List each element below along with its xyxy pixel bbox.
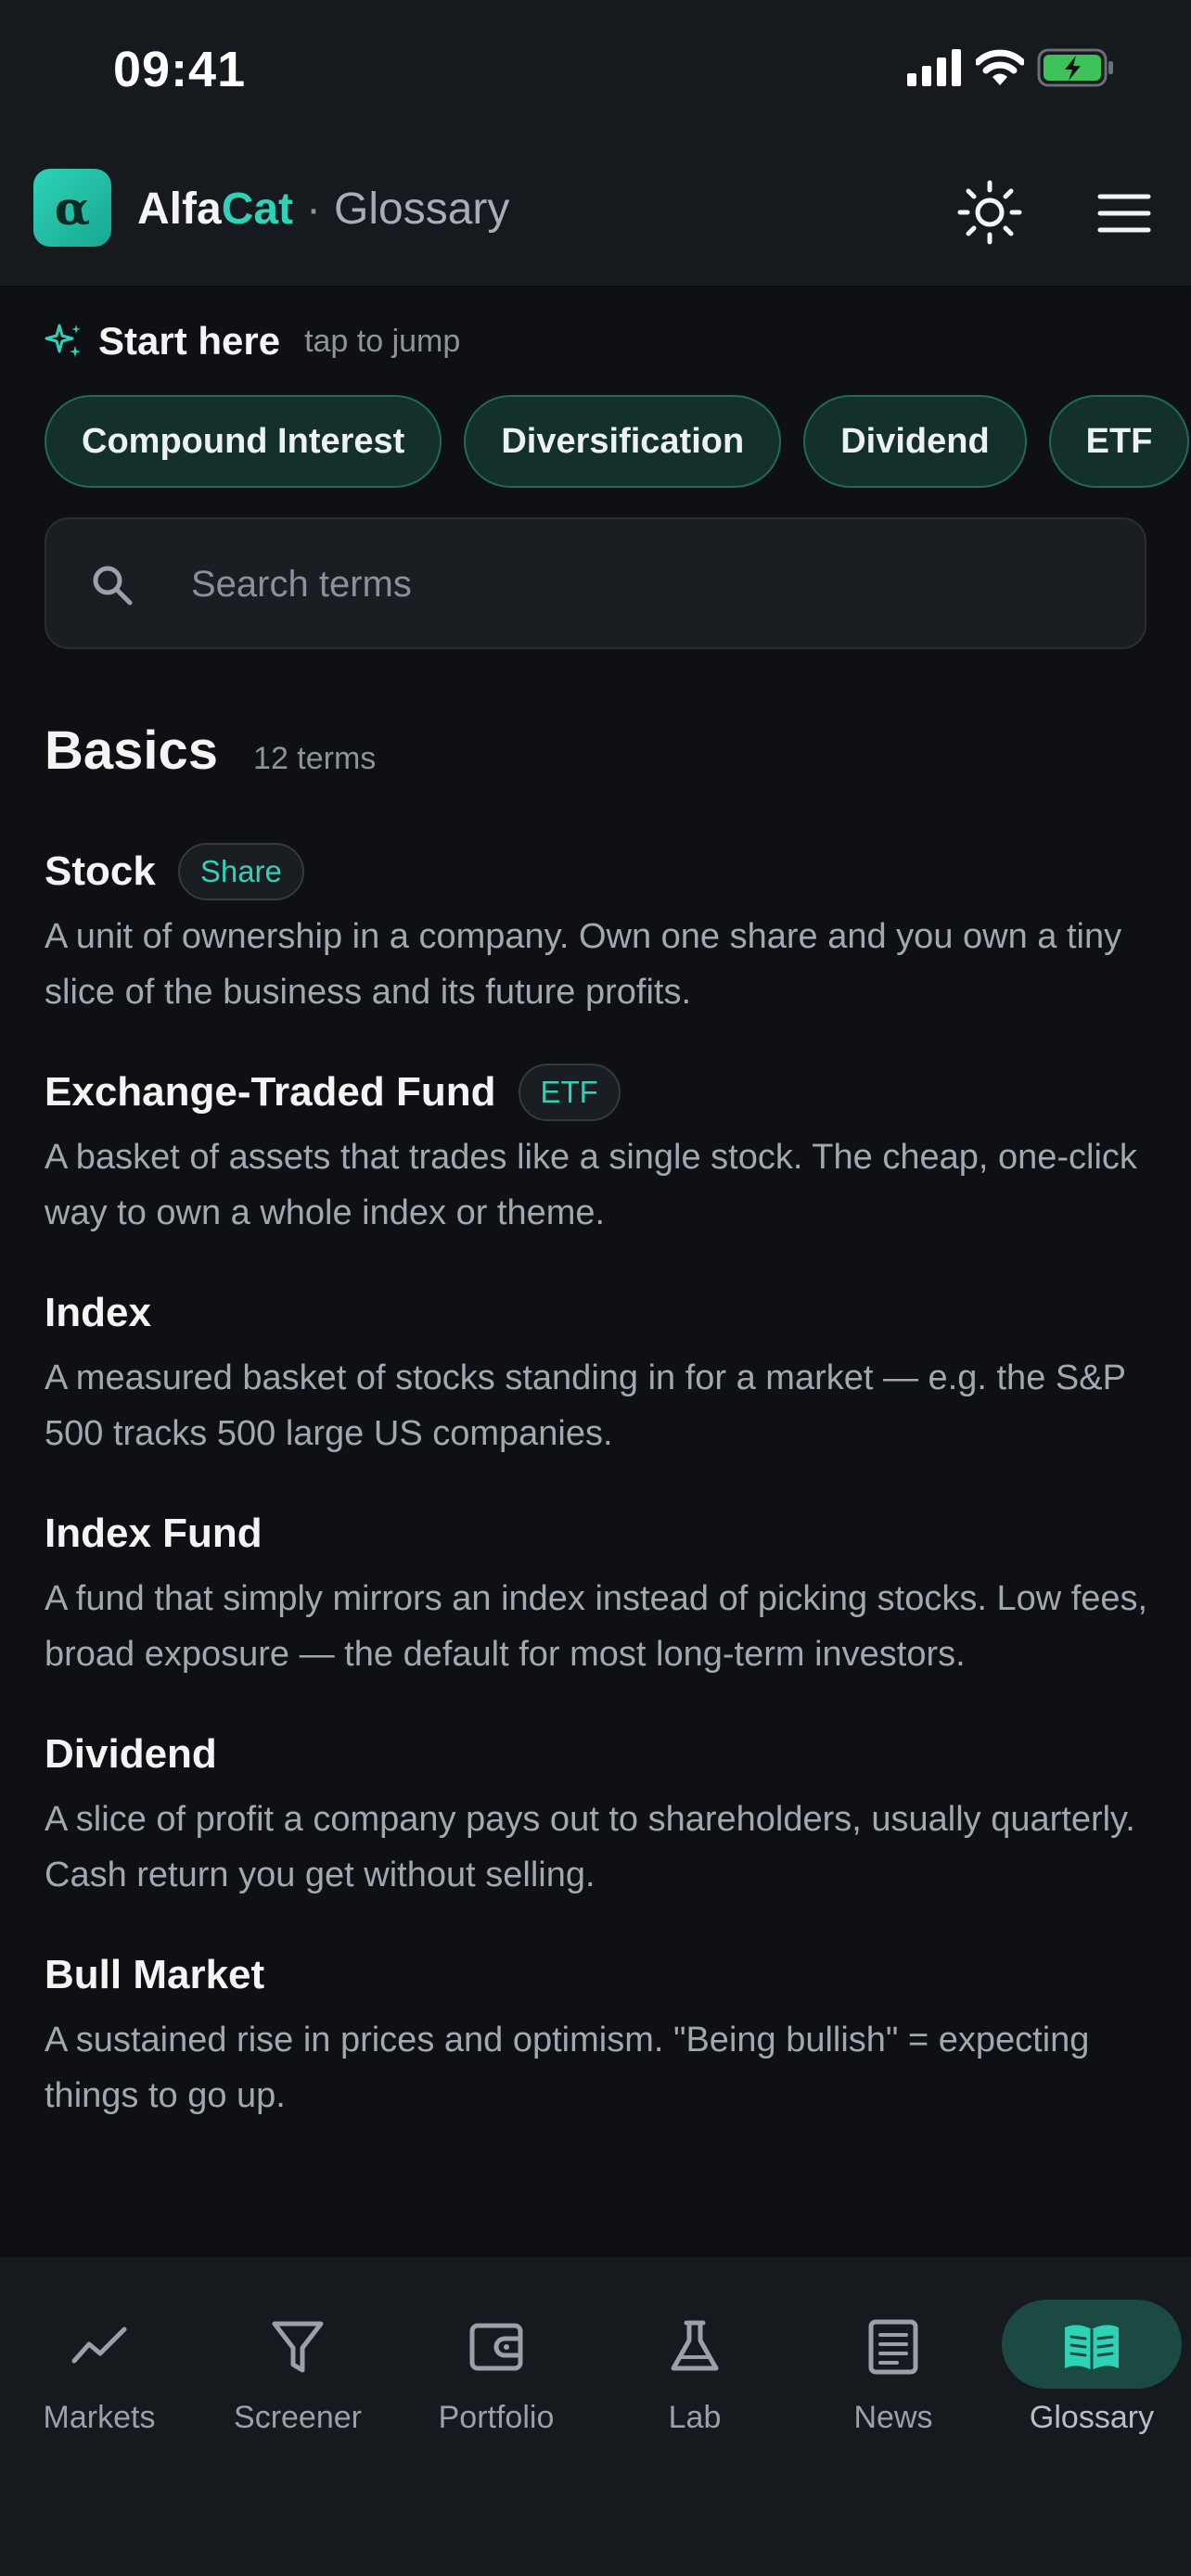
- nav-news[interactable]: News: [794, 2296, 992, 2435]
- cellular-signal-icon: [907, 49, 961, 86]
- trend-line-icon: [71, 2327, 127, 2364]
- section-header: Basics 12 terms: [45, 720, 376, 782]
- term-item-stock[interactable]: Stock Share A unit of ownership in a com…: [45, 840, 1158, 1020]
- chip-compound-interest[interactable]: Compound Interest: [45, 395, 442, 488]
- nav-screener[interactable]: Screener: [198, 2296, 397, 2435]
- theme-toggle-button[interactable]: [954, 176, 1026, 249]
- chip-dividend[interactable]: Dividend: [803, 395, 1027, 488]
- bottom-nav: Markets Screener Portfolio Lab News Glos…: [0, 2255, 1191, 2576]
- term-definition: A unit of ownership in a company. Own on…: [45, 917, 1122, 1012]
- nav-label: Lab: [668, 2400, 722, 2435]
- term-item-index[interactable]: Index A measured basket of stocks standi…: [45, 1282, 1158, 1461]
- nav-glossary[interactable]: Glossary: [992, 2296, 1191, 2435]
- status-bar: 09:41: [0, 0, 1191, 139]
- term-item-etf[interactable]: Exchange-Traded Fund ETF A basket of ass…: [45, 1061, 1158, 1241]
- nav-portfolio[interactable]: Portfolio: [397, 2296, 596, 2435]
- filter-icon: [272, 2321, 324, 2373]
- brand-name-part2: Cat: [221, 185, 294, 234]
- nav-label: Glossary: [1029, 2400, 1155, 2435]
- chip-diversification[interactable]: Diversification: [464, 395, 782, 488]
- wallet-icon: [469, 2323, 523, 2371]
- term-definition: A slice of profit a company pays out to …: [45, 1800, 1135, 1894]
- term-list: Stock Share A unit of ownership in a com…: [45, 840, 1158, 2164]
- sparkle-icon: [45, 324, 81, 357]
- nav-label: Markets: [43, 2400, 156, 2435]
- sun-icon: [957, 180, 1022, 245]
- start-here-title: Start here: [98, 319, 281, 363]
- term-name: Exchange-Traded Fund: [45, 1069, 496, 1115]
- app-logo[interactable]: α: [33, 169, 111, 247]
- section-term-count: 12 terms: [253, 741, 377, 776]
- status-icons: [907, 46, 1115, 89]
- brand-name-part1: Alfa: [137, 185, 222, 234]
- term-name: Index Fund: [45, 1511, 263, 1556]
- newspaper-icon: [868, 2319, 918, 2375]
- term-item-dividend[interactable]: Dividend A slice of profit a company pay…: [45, 1723, 1158, 1903]
- start-here-header: Start here tap to jump: [45, 319, 460, 363]
- term-definition: A fund that simply mirrors an index inst…: [45, 1579, 1148, 1674]
- book-icon: [1065, 2325, 1119, 2370]
- search-input[interactable]: [191, 547, 1100, 621]
- nav-label: News: [853, 2400, 933, 2435]
- battery-charging-icon: [1037, 48, 1113, 87]
- menu-button[interactable]: [1091, 180, 1158, 247]
- term-name: Dividend: [45, 1731, 217, 1777]
- term-name: Bull Market: [45, 1952, 265, 1997]
- nav-lab[interactable]: Lab: [596, 2296, 794, 2435]
- glossary-screen: 09:41 α Alfa Cat · Glossary Start here t…: [0, 0, 1191, 2576]
- term-definition: A sustained rise in prices and optimism.…: [45, 2021, 1090, 2115]
- section-title: Basics: [45, 721, 219, 781]
- term-name: Stock: [45, 848, 156, 894]
- term-item-bull-market[interactable]: Bull Market A sustained rise in prices a…: [45, 1944, 1158, 2123]
- nav-label: Screener: [234, 2400, 362, 2435]
- wifi-icon: [976, 49, 1024, 85]
- nav-label: Portfolio: [438, 2400, 555, 2435]
- term-item-index-fund[interactable]: Index Fund A fund that simply mirrors an…: [45, 1502, 1158, 1682]
- brand-title: Alfa Cat · Glossary: [137, 184, 509, 235]
- header-section-name: Glossary: [334, 185, 510, 234]
- hamburger-menu-icon: [1097, 194, 1151, 233]
- brand-separator: ·: [306, 185, 322, 234]
- term-alias-badge: ETF: [518, 1064, 621, 1121]
- term-definition: A measured basket of stocks standing in …: [45, 1358, 1126, 1453]
- term-definition: A basket of assets that trades like a si…: [45, 1138, 1137, 1232]
- status-time: 09:41: [113, 42, 247, 97]
- nav-markets[interactable]: Markets: [0, 2296, 198, 2435]
- search-icon: [93, 566, 133, 606]
- app-header: α Alfa Cat · Glossary: [0, 139, 1191, 287]
- quick-jump-chips[interactable]: Compound Interest Diversification Dividend…: [45, 395, 1191, 490]
- search-box[interactable]: [45, 517, 1146, 649]
- start-here-hint: tap to jump: [304, 323, 461, 359]
- term-name: Index: [45, 1290, 151, 1335]
- chip-etf[interactable]: ETF: [1048, 395, 1190, 488]
- term-alias-badge: Share: [177, 843, 304, 900]
- flask-icon: [671, 2320, 719, 2371]
